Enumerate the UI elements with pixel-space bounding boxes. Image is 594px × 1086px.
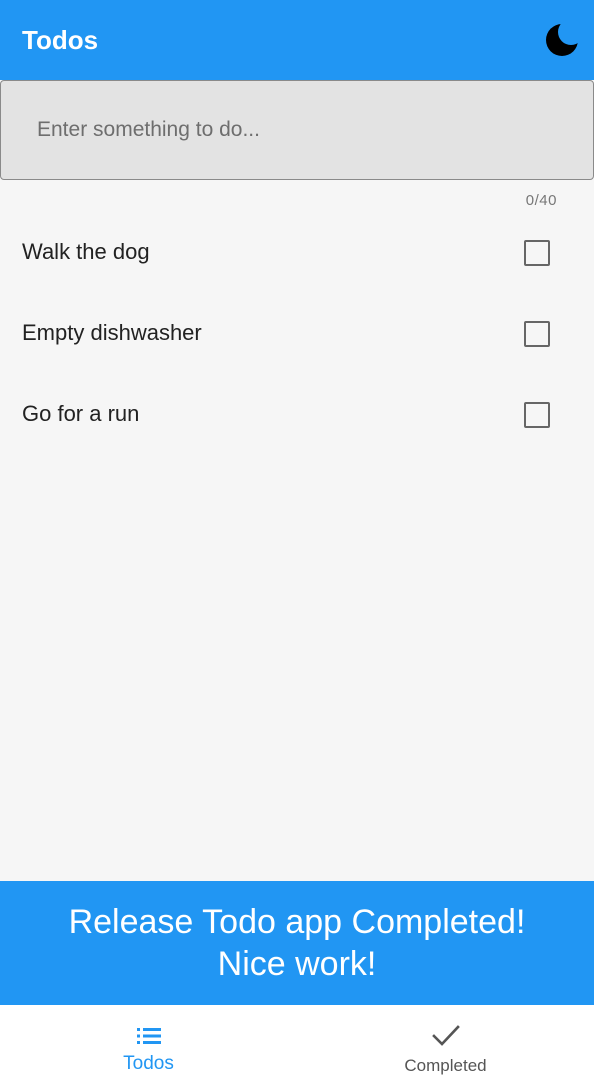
nav-tab-label: Completed (404, 1056, 487, 1075)
character-counter: 0/40 (525, 192, 557, 209)
todo-app: Todos 0/40 Walk the dog Empty dishwasher… (0, 0, 594, 1086)
bottom-navigation: Todos Completed (0, 1005, 594, 1086)
todo-checkbox[interactable] (524, 240, 550, 266)
app-bar: Todos (0, 0, 594, 80)
nav-tab-completed[interactable]: Completed (297, 1005, 594, 1086)
moon-icon (546, 20, 580, 56)
todo-label: Go for a run (22, 401, 140, 426)
nav-tab-label: Todos (123, 1053, 174, 1074)
completion-snackbar: Release Todo app Completed! Nice work! (0, 881, 594, 1005)
todo-input[interactable] (35, 111, 559, 149)
snackbar-message-line1: Release Todo app Completed! (68, 903, 526, 941)
todo-label: Walk the dog (22, 239, 150, 264)
page-title: Todos (22, 25, 99, 55)
todo-input-field[interactable] (0, 80, 594, 180)
list-icon (136, 1028, 161, 1044)
todo-checkbox[interactable] (524, 402, 550, 428)
todo-list: Walk the dog Empty dishwasher Go for a r… (0, 212, 594, 455)
todo-item[interactable]: Empty dishwasher (0, 293, 594, 374)
nav-tab-todos[interactable]: Todos (0, 1005, 297, 1086)
check-icon (431, 1025, 460, 1046)
todo-item[interactable]: Go for a run (0, 374, 594, 455)
theme-toggle-button[interactable] (540, 20, 580, 60)
snackbar-message-line2: Nice work! (217, 945, 377, 983)
todo-item[interactable]: Walk the dog (0, 212, 594, 293)
todo-label: Empty dishwasher (22, 320, 202, 345)
todo-checkbox[interactable] (524, 321, 550, 347)
